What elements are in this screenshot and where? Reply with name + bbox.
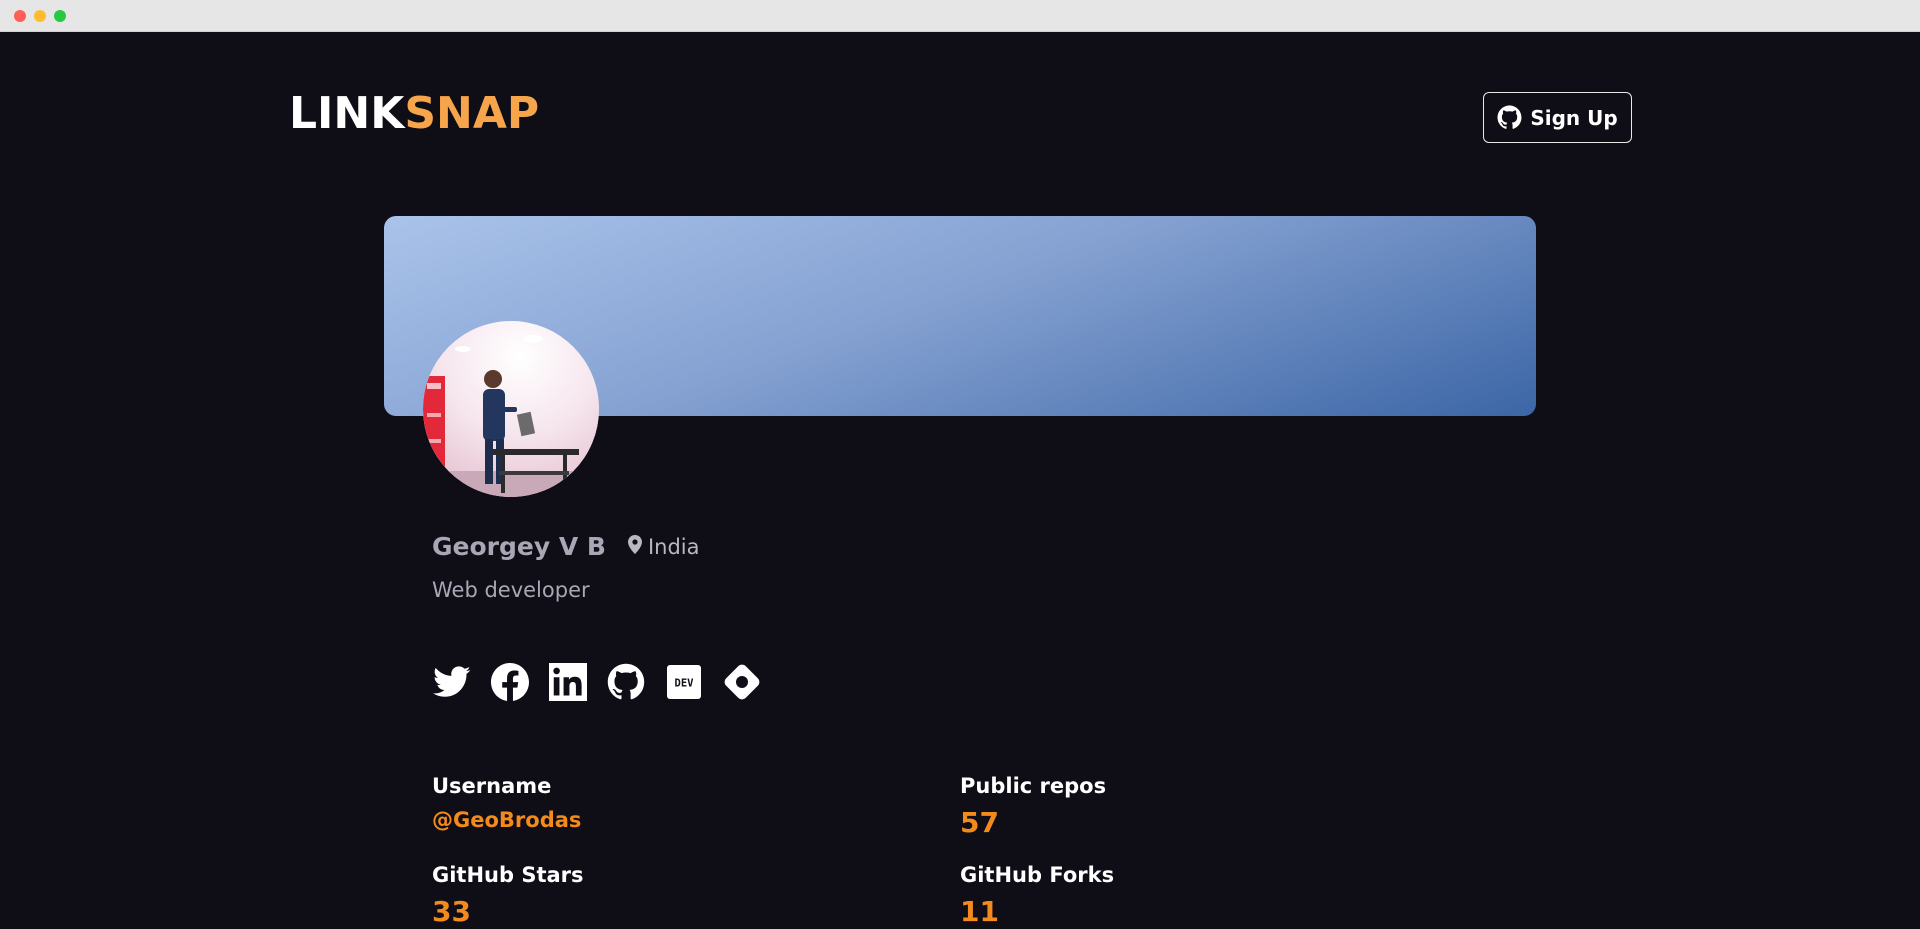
github-stars-value: 33 <box>432 895 471 928</box>
github-forks-value: 11 <box>960 895 999 928</box>
dev-icon: DEV <box>666 664 701 703</box>
profile-name: Georgey V B <box>432 532 606 561</box>
sign-up-button[interactable]: Sign Up <box>1483 92 1632 143</box>
username-label: Username <box>432 774 552 798</box>
window-minimize-button[interactable] <box>34 10 46 22</box>
map-pin-icon <box>627 534 642 559</box>
github-forks-label: GitHub Forks <box>960 863 1115 887</box>
public-repos-label: Public repos <box>960 774 1107 798</box>
window-close-button[interactable] <box>14 10 26 22</box>
stat-public-repos: Public repos 57 <box>960 774 1106 839</box>
page: LINKSNAP Sign Up Georgey V B India Web d… <box>0 32 1920 929</box>
linkedin-link[interactable] <box>548 662 587 705</box>
hashnode-icon <box>723 663 761 705</box>
logo-text-snap: SNAP <box>404 88 540 139</box>
sign-up-label: Sign Up <box>1530 105 1618 130</box>
username-value[interactable]: @GeoBrodas <box>432 808 581 832</box>
github-icon <box>607 663 645 705</box>
window-maximize-button[interactable] <box>54 10 66 22</box>
facebook-link[interactable] <box>490 662 529 705</box>
github-icon <box>1497 105 1522 130</box>
avatar <box>423 321 599 497</box>
dev-icon-text: DEV <box>674 677 694 689</box>
profile-location: India <box>627 534 700 559</box>
dev-link[interactable]: DEV <box>664 664 703 703</box>
profile-bio: Web developer <box>432 578 590 602</box>
github-stars-label: GitHub Stars <box>432 863 584 887</box>
twitter-icon <box>432 665 471 702</box>
facebook-icon <box>490 662 529 705</box>
social-links: DEV <box>432 662 761 705</box>
github-link[interactable] <box>606 663 645 705</box>
stat-github-stars: GitHub Stars 33 <box>432 863 584 928</box>
linksnap-logo[interactable]: LINKSNAP <box>289 92 539 136</box>
twitter-link[interactable] <box>432 664 471 703</box>
logo-text-link: LINK <box>289 88 405 139</box>
profile-heading: Georgey V B India <box>432 532 700 561</box>
location-text: India <box>647 534 700 559</box>
linkedin-icon <box>548 662 587 705</box>
public-repos-value: 57 <box>960 806 999 839</box>
stat-username: Username @GeoBrodas <box>432 774 581 832</box>
window-titlebar <box>0 0 1920 32</box>
stat-github-forks: GitHub Forks 11 <box>960 863 1114 928</box>
hashnode-link[interactable] <box>722 664 761 703</box>
